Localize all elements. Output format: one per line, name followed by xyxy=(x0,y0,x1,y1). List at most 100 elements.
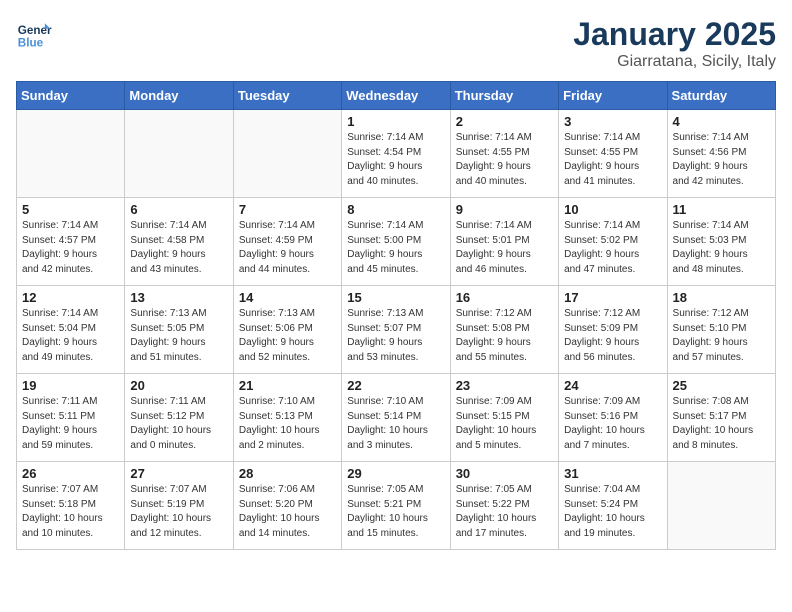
day-info: Sunrise: 7:12 AM Sunset: 5:10 PM Dayligh… xyxy=(673,307,770,365)
calendar-cell: 10Sunrise: 7:14 AM Sunset: 5:02 PM Dayli… xyxy=(559,198,667,286)
day-number: 1 xyxy=(347,114,444,129)
calendar-cell: 8Sunrise: 7:14 AM Sunset: 5:00 PM Daylig… xyxy=(342,198,450,286)
calendar-cell: 17 Sunrise: 7:12 AM Sunset: 5:09 PM Dayli… xyxy=(559,286,667,374)
week-row-4: 19 Sunrise: 7:11 AM Sunset: 5:11 PM Dayli… xyxy=(17,374,776,462)
calendar-cell xyxy=(233,110,341,198)
day-info: Sunrise: 7:07 AM Sunset: 5:18 PM Dayligh… xyxy=(22,483,119,541)
weekday-header-monday: Monday xyxy=(125,82,233,110)
day-number: 15 xyxy=(347,290,444,305)
day-info: Sunrise: 7:04 AM Sunset: 5:24 PM Dayligh… xyxy=(564,483,661,541)
page-header: General Blue January 2025 Giarratana, Si… xyxy=(16,16,776,71)
day-info: Sunrise: 7:11 AM Sunset: 5:12 PM Dayligh… xyxy=(130,395,227,453)
day-number: 27 xyxy=(130,466,227,481)
day-number: 9 xyxy=(456,202,553,217)
day-info: Sunrise: 7:14 AM Sunset: 4:55 PM Dayligh… xyxy=(564,131,661,189)
calendar-cell: 1Sunrise: 7:14 AM Sunset: 4:54 PM Daylig… xyxy=(342,110,450,198)
day-info: Sunrise: 7:14 AM Sunset: 4:57 PM Dayligh… xyxy=(22,219,119,277)
calendar-cell: 31 Sunrise: 7:04 AM Sunset: 5:24 PM Dayli… xyxy=(559,462,667,550)
calendar-cell: 26Sunrise: 7:07 AM Sunset: 5:18 PM Dayli… xyxy=(17,462,125,550)
day-number: 28 xyxy=(239,466,336,481)
day-info: Sunrise: 7:14 AM Sunset: 4:59 PM Dayligh… xyxy=(239,219,336,277)
calendar-cell: 12 Sunrise: 7:14 AM Sunset: 5:04 PM Dayli… xyxy=(17,286,125,374)
logo: General Blue xyxy=(16,16,52,52)
calendar-table: SundayMondayTuesdayWednesdayThursdayFrid… xyxy=(16,81,776,550)
day-number: 21 xyxy=(239,378,336,393)
weekday-header-sunday: Sunday xyxy=(17,82,125,110)
calendar-cell: 6 Sunrise: 7:14 AM Sunset: 4:58 PM Daylig… xyxy=(125,198,233,286)
calendar-cell: 11 Sunrise: 7:14 AM Sunset: 5:03 PM Dayli… xyxy=(667,198,775,286)
day-info: Sunrise: 7:14 AM Sunset: 5:03 PM Dayligh… xyxy=(673,219,770,277)
weekday-header-friday: Friday xyxy=(559,82,667,110)
day-number: 22 xyxy=(347,378,444,393)
day-info: Sunrise: 7:06 AM Sunset: 5:20 PM Dayligh… xyxy=(239,483,336,541)
day-number: 30 xyxy=(456,466,553,481)
day-info: Sunrise: 7:13 AM Sunset: 5:06 PM Dayligh… xyxy=(239,307,336,365)
day-number: 12 xyxy=(22,290,119,305)
day-info: Sunrise: 7:14 AM Sunset: 4:55 PM Dayligh… xyxy=(456,131,553,189)
day-number: 7 xyxy=(239,202,336,217)
day-info: Sunrise: 7:14 AM Sunset: 4:56 PM Dayligh… xyxy=(673,131,770,189)
week-row-2: 5 Sunrise: 7:14 AM Sunset: 4:57 PM Daylig… xyxy=(17,198,776,286)
calendar-cell: 24Sunrise: 7:09 AM Sunset: 5:16 PM Dayli… xyxy=(559,374,667,462)
day-number: 29 xyxy=(347,466,444,481)
location-subtitle: Giarratana, Sicily, Italy xyxy=(573,53,776,71)
day-number: 13 xyxy=(130,290,227,305)
day-number: 17 xyxy=(564,290,661,305)
day-number: 25 xyxy=(673,378,770,393)
day-number: 24 xyxy=(564,378,661,393)
calendar-cell xyxy=(125,110,233,198)
calendar-cell: 20 Sunrise: 7:11 AM Sunset: 5:12 PM Dayli… xyxy=(125,374,233,462)
calendar-cell: 30 Sunrise: 7:05 AM Sunset: 5:22 PM Dayli… xyxy=(450,462,558,550)
day-info: Sunrise: 7:10 AM Sunset: 5:14 PM Dayligh… xyxy=(347,395,444,453)
day-number: 18 xyxy=(673,290,770,305)
day-info: Sunrise: 7:13 AM Sunset: 5:05 PM Dayligh… xyxy=(130,307,227,365)
day-info: Sunrise: 7:05 AM Sunset: 5:21 PM Dayligh… xyxy=(347,483,444,541)
day-info: Sunrise: 7:11 AM Sunset: 5:11 PM Dayligh… xyxy=(22,395,119,453)
svg-text:Blue: Blue xyxy=(18,37,44,50)
week-row-5: 26Sunrise: 7:07 AM Sunset: 5:18 PM Dayli… xyxy=(17,462,776,550)
day-info: Sunrise: 7:14 AM Sunset: 5:01 PM Dayligh… xyxy=(456,219,553,277)
month-title: January 2025 xyxy=(573,16,776,53)
weekday-header-wednesday: Wednesday xyxy=(342,82,450,110)
day-info: Sunrise: 7:14 AM Sunset: 5:04 PM Dayligh… xyxy=(22,307,119,365)
day-number: 2 xyxy=(456,114,553,129)
day-number: 16 xyxy=(456,290,553,305)
calendar-cell: 3Sunrise: 7:14 AM Sunset: 4:55 PM Daylig… xyxy=(559,110,667,198)
week-row-3: 12 Sunrise: 7:14 AM Sunset: 5:04 PM Dayli… xyxy=(17,286,776,374)
title-area: January 2025 Giarratana, Sicily, Italy xyxy=(573,16,776,71)
calendar-cell: 29 Sunrise: 7:05 AM Sunset: 5:21 PM Dayli… xyxy=(342,462,450,550)
day-number: 23 xyxy=(456,378,553,393)
day-number: 20 xyxy=(130,378,227,393)
calendar-cell: 28 Sunrise: 7:06 AM Sunset: 5:20 PM Dayli… xyxy=(233,462,341,550)
day-number: 6 xyxy=(130,202,227,217)
calendar-cell xyxy=(667,462,775,550)
calendar-cell: 23 Sunrise: 7:09 AM Sunset: 5:15 PM Dayli… xyxy=(450,374,558,462)
day-info: Sunrise: 7:07 AM Sunset: 5:19 PM Dayligh… xyxy=(130,483,227,541)
calendar-cell: 25 Sunrise: 7:08 AM Sunset: 5:17 PM Dayli… xyxy=(667,374,775,462)
day-info: Sunrise: 7:12 AM Sunset: 5:09 PM Dayligh… xyxy=(564,307,661,365)
day-number: 5 xyxy=(22,202,119,217)
calendar-cell: 15 Sunrise: 7:13 AM Sunset: 5:07 PM Dayli… xyxy=(342,286,450,374)
day-number: 11 xyxy=(673,202,770,217)
day-number: 10 xyxy=(564,202,661,217)
day-number: 31 xyxy=(564,466,661,481)
day-info: Sunrise: 7:13 AM Sunset: 5:07 PM Dayligh… xyxy=(347,307,444,365)
calendar-cell: 27 Sunrise: 7:07 AM Sunset: 5:19 PM Dayli… xyxy=(125,462,233,550)
calendar-cell xyxy=(17,110,125,198)
day-info: Sunrise: 7:05 AM Sunset: 5:22 PM Dayligh… xyxy=(456,483,553,541)
day-info: Sunrise: 7:09 AM Sunset: 5:15 PM Dayligh… xyxy=(456,395,553,453)
day-info: Sunrise: 7:14 AM Sunset: 5:00 PM Dayligh… xyxy=(347,219,444,277)
day-info: Sunrise: 7:14 AM Sunset: 4:58 PM Dayligh… xyxy=(130,219,227,277)
day-number: 19 xyxy=(22,378,119,393)
calendar-cell: 7 Sunrise: 7:14 AM Sunset: 4:59 PM Daylig… xyxy=(233,198,341,286)
day-info: Sunrise: 7:08 AM Sunset: 5:17 PM Dayligh… xyxy=(673,395,770,453)
day-number: 4 xyxy=(673,114,770,129)
weekday-header-thursday: Thursday xyxy=(450,82,558,110)
calendar-cell: 22 Sunrise: 7:10 AM Sunset: 5:14 PM Dayli… xyxy=(342,374,450,462)
weekday-header-tuesday: Tuesday xyxy=(233,82,341,110)
calendar-cell: 19 Sunrise: 7:11 AM Sunset: 5:11 PM Dayli… xyxy=(17,374,125,462)
calendar-cell: 13 Sunrise: 7:13 AM Sunset: 5:05 PM Dayli… xyxy=(125,286,233,374)
calendar-cell: 9 Sunrise: 7:14 AM Sunset: 5:01 PM Daylig… xyxy=(450,198,558,286)
calendar-cell: 18 Sunrise: 7:12 AM Sunset: 5:10 PM Dayli… xyxy=(667,286,775,374)
weekday-header-row: SundayMondayTuesdayWednesdayThursdayFrid… xyxy=(17,82,776,110)
